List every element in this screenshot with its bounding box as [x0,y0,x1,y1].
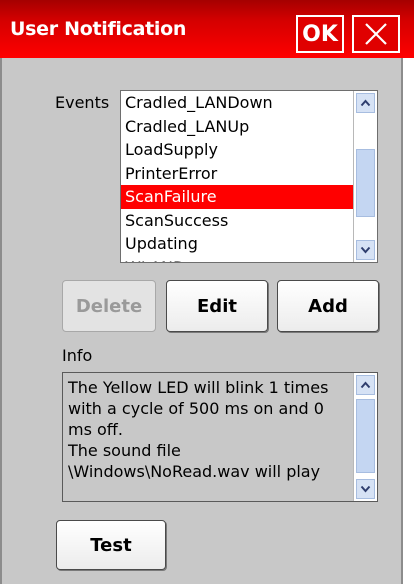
event-list-item[interactable]: Cradled_LANUp [121,115,354,139]
events-listbox[interactable]: Cradled_LANDown Cradled_LANUp LoadSupply Pr… [120,90,378,263]
info-line: \Windows\NoRead.wav will play [68,462,321,481]
info-scroll-up-button[interactable] [356,375,375,395]
chevron-up-icon [360,381,371,389]
title-bar: User Notification OK [0,0,414,58]
event-list-item[interactable]: WLANDown [121,256,354,263]
info-line: ms off. [68,420,123,439]
close-button[interactable] [352,15,400,53]
info-label: Info [62,346,93,365]
info-scroll-thumb[interactable] [356,399,375,473]
info-textbox[interactable]: The Yellow LED will blink 1 times with a … [62,372,378,502]
test-button[interactable]: Test [56,520,166,570]
event-list-item[interactable]: ScanSuccess [121,209,354,233]
info-line: The sound file [68,441,181,460]
events-scroll-down-button[interactable] [356,240,375,260]
events-list: Cradled_LANDown Cradled_LANUp LoadSupply Pr… [121,91,354,262]
info-line: with a cycle of 500 ms on and 0 [68,399,324,418]
chevron-down-icon [360,246,371,254]
delete-button[interactable]: Delete [62,280,156,332]
info-scroll-down-button[interactable] [356,479,375,499]
info-line: The Yellow LED will blink 1 times [68,378,329,397]
info-scrollbar[interactable] [353,373,377,501]
events-label: Events [55,93,110,112]
events-scroll-thumb[interactable] [356,149,375,217]
close-icon [365,23,387,45]
event-list-item[interactable]: PrinterError [121,162,354,186]
event-list-item[interactable]: Updating [121,232,354,256]
chevron-up-icon [360,99,371,107]
event-list-item[interactable]: ScanFailure [121,185,354,209]
chevron-down-icon [360,485,371,493]
event-list-item[interactable]: LoadSupply [121,138,354,162]
ok-button[interactable]: OK [296,15,344,53]
edit-button[interactable]: Edit [166,280,268,332]
info-text: The Yellow LED will blink 1 times with a … [68,377,350,482]
event-list-item[interactable]: Cradled_LANDown [121,91,354,115]
events-scroll-up-button[interactable] [356,93,375,113]
window-title: User Notification [10,18,187,40]
events-scrollbar[interactable] [353,91,377,262]
add-button[interactable]: Add [277,280,379,332]
